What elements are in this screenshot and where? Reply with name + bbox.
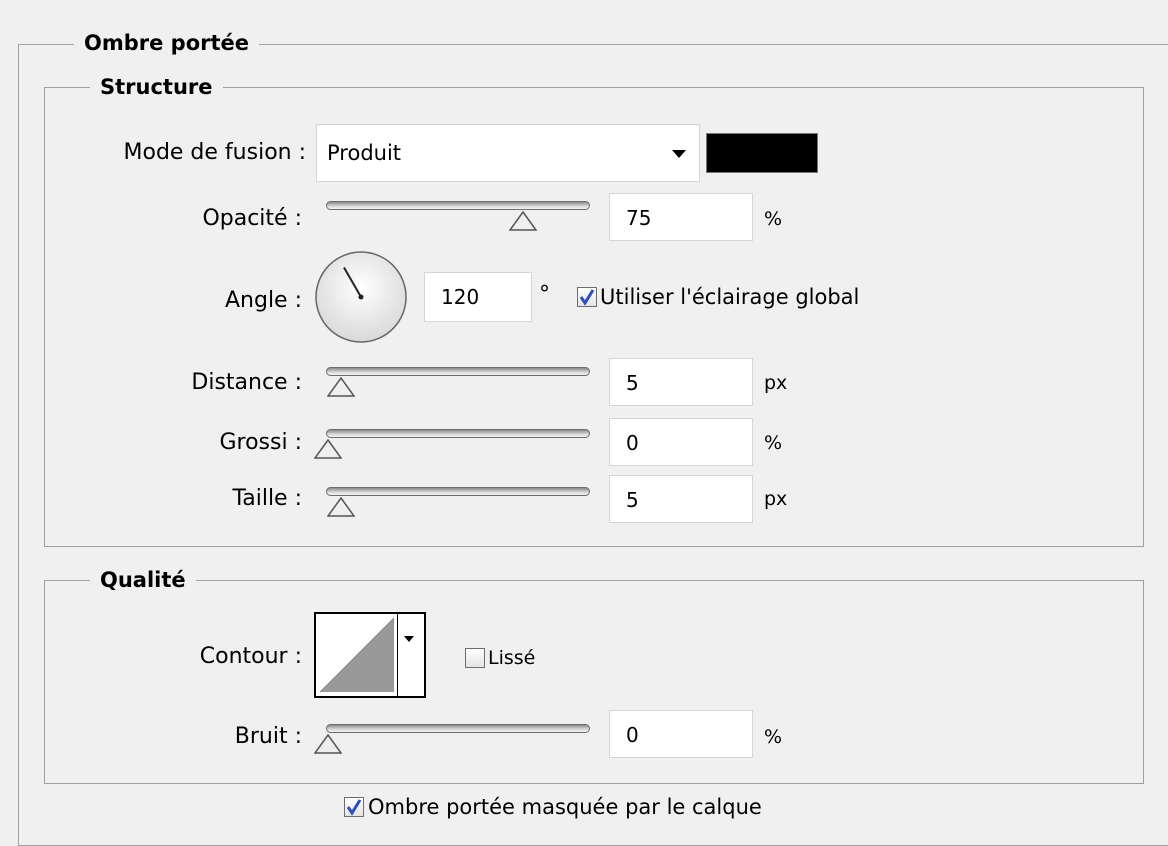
distance-input[interactable]: 5 bbox=[609, 358, 753, 406]
spread-label: Grossi : bbox=[219, 430, 302, 455]
size-slider-track[interactable] bbox=[326, 487, 590, 496]
quality-title: Qualité bbox=[90, 567, 196, 593]
checkmark-icon bbox=[346, 799, 362, 816]
spread-slider-track[interactable] bbox=[326, 429, 590, 438]
size-label: Taille : bbox=[232, 486, 302, 511]
structure-title: Structure bbox=[90, 74, 223, 100]
opacity-input[interactable]: 75 bbox=[609, 193, 753, 241]
noise-slider-track[interactable] bbox=[326, 724, 590, 733]
opacity-label: Opacité : bbox=[202, 206, 302, 231]
size-input[interactable]: 5 bbox=[609, 475, 753, 523]
distance-label: Distance : bbox=[191, 370, 302, 395]
spread-input[interactable]: 0 bbox=[609, 418, 753, 466]
noise-unit: % bbox=[764, 726, 783, 748]
chevron-down-icon bbox=[404, 636, 414, 642]
blend-mode-label: Mode de fusion : bbox=[123, 140, 307, 165]
layer-knocks-out-label: Ombre portée masquée par le calque bbox=[368, 795, 762, 819]
anti-aliased-checkbox[interactable] bbox=[465, 648, 485, 668]
angle-unit: ° bbox=[539, 282, 550, 307]
opacity-slider-track[interactable] bbox=[326, 201, 590, 210]
use-global-light-checkbox[interactable] bbox=[577, 287, 597, 307]
size-slider-thumb[interactable] bbox=[327, 497, 355, 517]
blend-mode-value: Produit bbox=[327, 141, 402, 165]
angle-label: Angle : bbox=[224, 288, 302, 313]
noise-slider-thumb[interactable] bbox=[314, 734, 342, 754]
distance-slider-track[interactable] bbox=[326, 367, 590, 376]
contour-dropdown-button[interactable] bbox=[397, 614, 424, 696]
quality-group bbox=[44, 580, 1144, 784]
noise-input[interactable]: 0 bbox=[609, 710, 753, 758]
layer-knocks-out-checkbox[interactable] bbox=[344, 797, 364, 817]
spread-slider-thumb[interactable] bbox=[314, 439, 342, 459]
angle-dial[interactable] bbox=[314, 250, 408, 344]
use-global-light-label: Utiliser l'éclairage global bbox=[600, 285, 860, 309]
size-unit: px bbox=[764, 488, 788, 510]
blend-mode-dropdown[interactable]: Produit bbox=[316, 124, 700, 182]
opacity-slider-thumb[interactable] bbox=[509, 211, 537, 231]
checkmark-icon bbox=[579, 289, 595, 306]
drop-shadow-title: Ombre portée bbox=[74, 30, 260, 56]
chevron-down-icon bbox=[672, 150, 686, 158]
contour-preview-icon bbox=[319, 617, 395, 693]
distance-slider-thumb[interactable] bbox=[327, 377, 355, 397]
distance-unit: px bbox=[764, 372, 788, 394]
spread-unit: % bbox=[764, 432, 783, 454]
noise-label: Bruit : bbox=[234, 724, 302, 749]
anti-aliased-label: Lissé bbox=[488, 647, 536, 669]
shadow-color-swatch[interactable] bbox=[706, 133, 818, 173]
contour-picker[interactable] bbox=[314, 612, 426, 698]
opacity-unit: % bbox=[764, 208, 783, 230]
angle-input[interactable]: 120 bbox=[424, 272, 532, 322]
contour-label: Contour : bbox=[199, 644, 302, 669]
